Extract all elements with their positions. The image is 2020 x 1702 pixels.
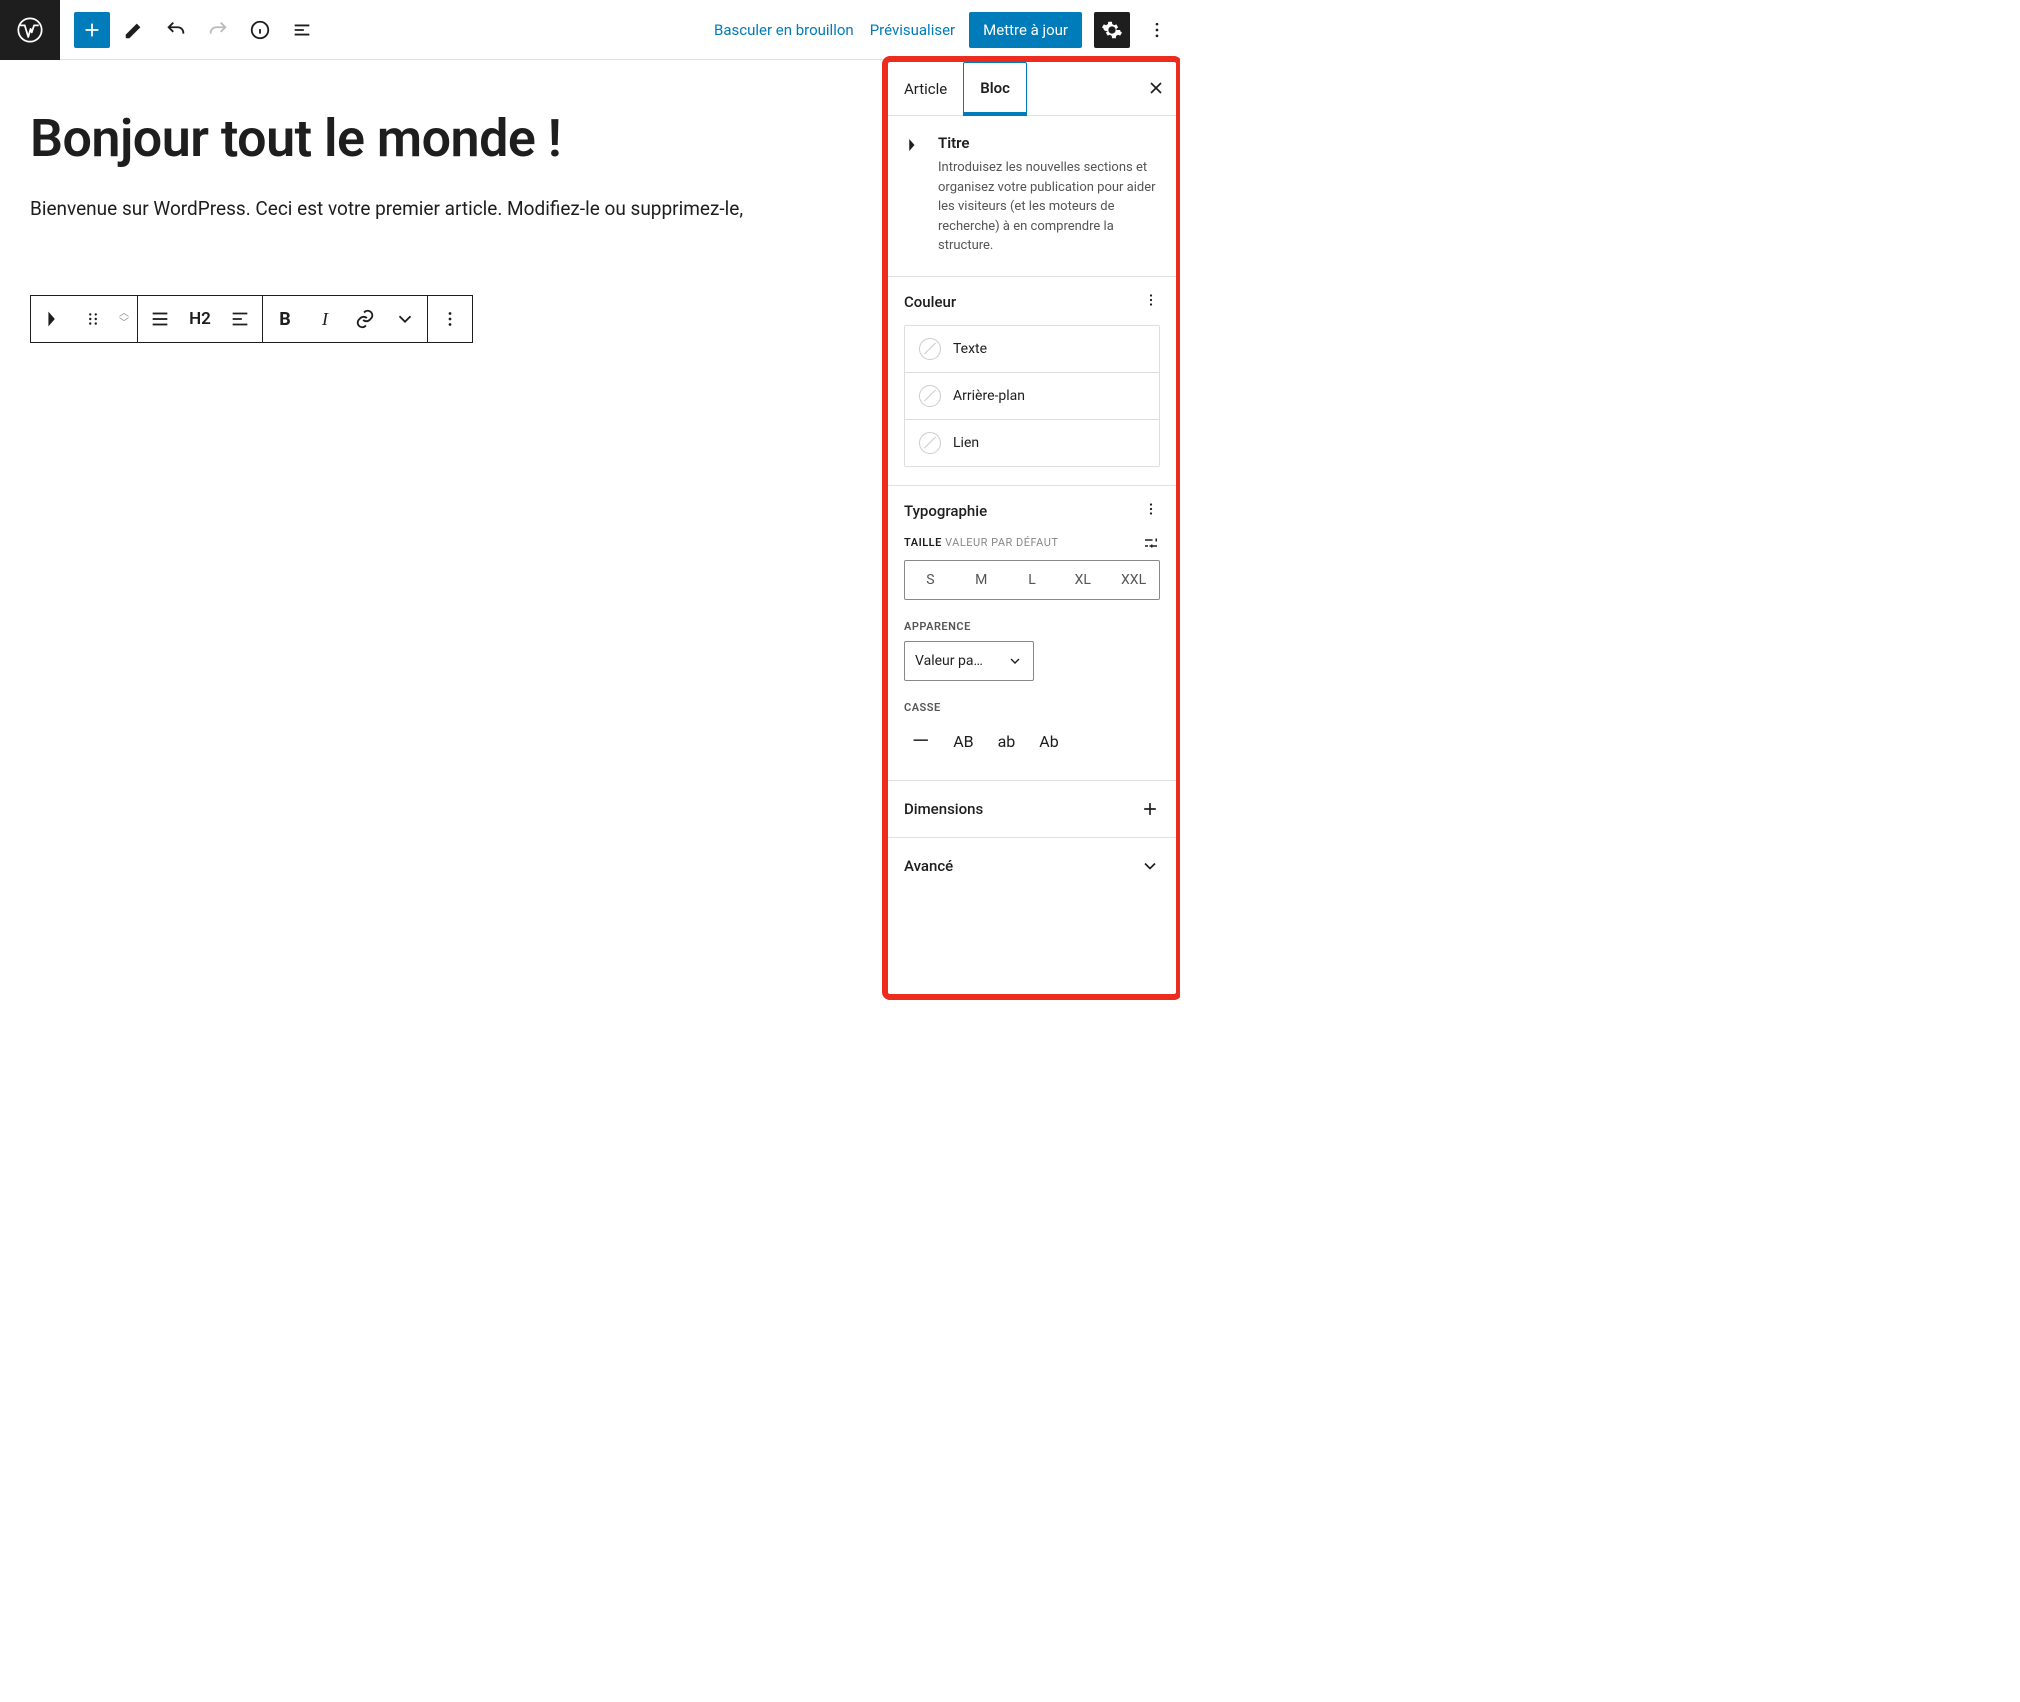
advanced-label: Avancé (904, 857, 953, 875)
block-type-icon[interactable] (33, 296, 73, 342)
sidebar-tabs: Article Bloc (888, 62, 1176, 116)
color-heading: Couleur (904, 293, 956, 311)
color-link-label: Lien (953, 435, 979, 451)
appearance-value: Valeur pa… (915, 653, 983, 669)
color-background-row[interactable]: Arrière-plan (905, 373, 1159, 420)
update-button[interactable]: Mettre à jour (969, 12, 1082, 48)
case-capitalize[interactable]: Ab (1039, 732, 1058, 751)
chevron-down-icon (1140, 856, 1160, 876)
block-more-options-button[interactable] (430, 296, 470, 342)
appearance-select[interactable]: Valeur pa… (904, 641, 1034, 681)
preview-link[interactable]: Prévisualiser (868, 15, 957, 45)
letter-case-picker: — AB ab Ab (904, 722, 1160, 762)
block-toolbar: ︿ ﹀ H2 B I (30, 295, 473, 343)
plus-icon (1140, 799, 1160, 819)
size-xl[interactable]: XL (1057, 561, 1108, 599)
add-block-button[interactable] (74, 12, 110, 48)
text-align-button[interactable] (220, 296, 260, 342)
top-toolbar: Basculer en brouillon Prévisualiser Mett… (0, 0, 1180, 60)
color-list: Texte Arrière-plan Lien (904, 325, 1160, 467)
appearance-label: APPARENCE (904, 620, 1160, 633)
move-down-icon[interactable]: ﹀ (113, 319, 135, 329)
heading-level-button[interactable]: H2 (180, 296, 220, 342)
block-name: Titre (938, 134, 1160, 152)
more-rich-text-button[interactable] (385, 296, 425, 342)
advanced-panel-toggle[interactable]: Avancé (888, 838, 1176, 894)
italic-button[interactable]: I (305, 296, 345, 342)
wordpress-logo[interactable] (0, 0, 60, 60)
paragraph-block[interactable]: Bienvenue sur WordPress. Ceci est votre … (30, 195, 852, 224)
drag-handle-icon[interactable] (73, 296, 113, 342)
move-up-down[interactable]: ︿ ﹀ (113, 296, 135, 342)
size-label: TAILLE VALEUR PAR DÉFAUT (904, 536, 1058, 549)
bold-button[interactable]: B (265, 296, 305, 342)
typography-panel: Typographie TAILLE VALEUR PAR DÉFAUT S M… (888, 486, 1176, 781)
empty-swatch-icon (919, 338, 941, 360)
empty-swatch-icon (919, 432, 941, 454)
close-sidebar-button[interactable] (1146, 78, 1166, 102)
size-xxl[interactable]: XXL (1108, 561, 1159, 599)
dimensions-panel-toggle[interactable]: Dimensions (888, 781, 1176, 838)
editor-body: Bonjour tout le monde ! Bienvenue sur Wo… (0, 60, 1180, 1000)
outline-button[interactable] (284, 12, 320, 48)
tab-block[interactable]: Bloc (963, 62, 1027, 116)
typography-options-button[interactable] (1142, 500, 1160, 522)
editor-canvas[interactable]: Bonjour tout le monde ! Bienvenue sur Wo… (0, 60, 882, 1000)
settings-button[interactable] (1094, 12, 1130, 48)
post-title[interactable]: Bonjour tout le monde ! (30, 110, 852, 167)
block-description-text: Introduisez les nouvelles sections et or… (938, 158, 1160, 256)
case-none[interactable]: — (912, 729, 929, 754)
color-text-row[interactable]: Texte (905, 326, 1159, 373)
edit-mode-button[interactable] (116, 12, 152, 48)
undo-button[interactable] (158, 12, 194, 48)
typography-heading: Typographie (904, 502, 987, 520)
more-options-button[interactable] (1142, 12, 1172, 48)
case-lower[interactable]: ab (998, 732, 1016, 751)
size-settings-icon[interactable] (1142, 534, 1160, 552)
color-link-row[interactable]: Lien (905, 420, 1159, 466)
chevron-down-icon (1007, 653, 1023, 669)
dimensions-label: Dimensions (904, 800, 983, 818)
case-upper[interactable]: AB (953, 732, 973, 751)
size-s[interactable]: S (905, 561, 956, 599)
color-panel: Couleur Texte Arrière-plan Lien (888, 277, 1176, 486)
font-size-picker: S M L XL XXL (904, 560, 1160, 600)
tab-article[interactable]: Article (888, 62, 963, 116)
case-label: CASSE (904, 701, 1160, 714)
color-background-label: Arrière-plan (953, 388, 1025, 404)
toolbar-right: Basculer en brouillon Prévisualiser Mett… (712, 12, 1172, 48)
block-description: Titre Introduisez les nouvelles sections… (888, 116, 1176, 277)
align-button[interactable] (140, 296, 180, 342)
empty-swatch-icon (919, 385, 941, 407)
details-button[interactable] (242, 12, 278, 48)
size-m[interactable]: M (956, 561, 1007, 599)
color-text-label: Texte (953, 341, 987, 357)
color-options-button[interactable] (1142, 291, 1160, 313)
settings-sidebar: Article Bloc Titre Introduisez les nouve… (882, 56, 1180, 1000)
size-l[interactable]: L (1007, 561, 1058, 599)
toolbar-left (0, 0, 320, 60)
heading-icon (904, 134, 924, 256)
link-button[interactable] (345, 296, 385, 342)
switch-to-draft-link[interactable]: Basculer en brouillon (712, 15, 856, 45)
redo-button[interactable] (200, 12, 236, 48)
